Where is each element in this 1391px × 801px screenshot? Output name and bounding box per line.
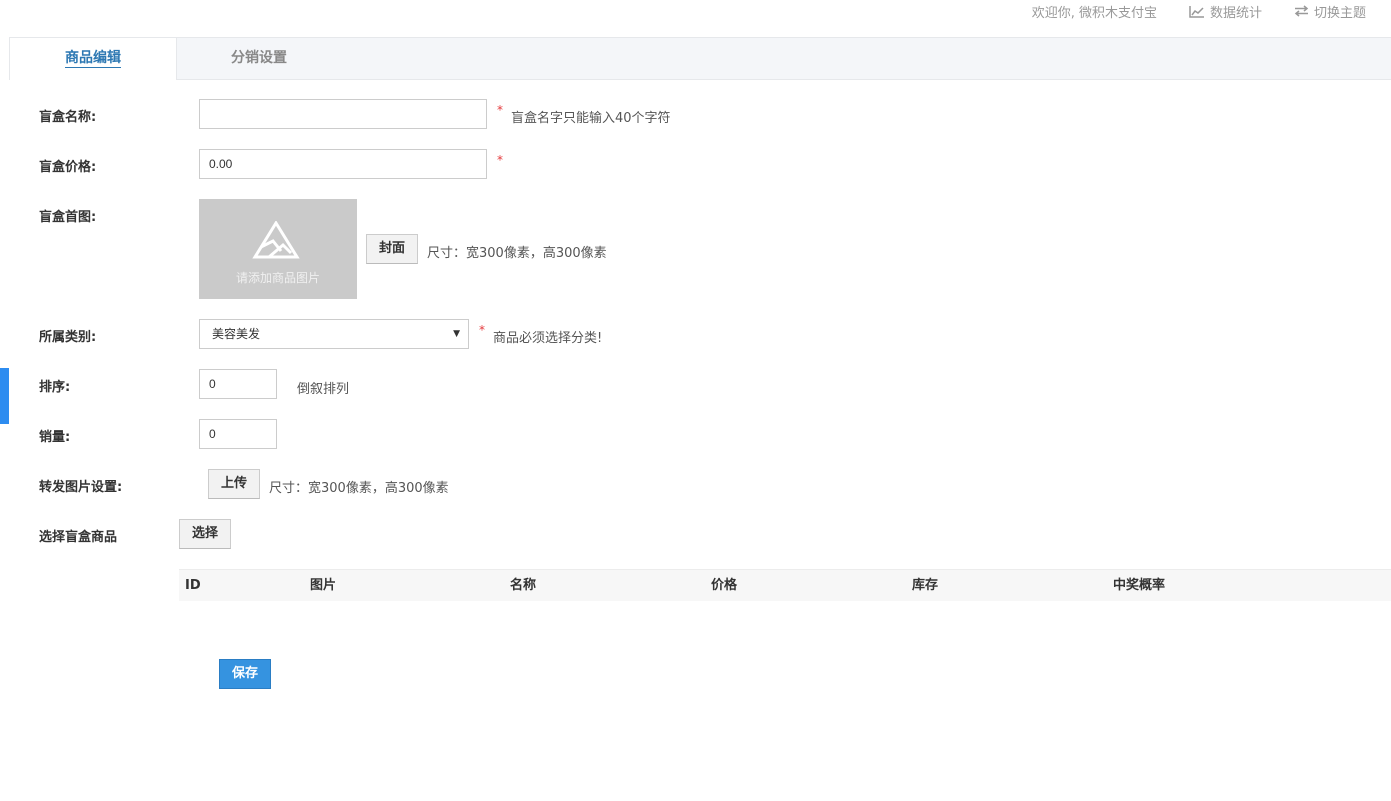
exchange-icon bbox=[1294, 5, 1309, 17]
sales-input[interactable] bbox=[199, 419, 277, 449]
select-goods-button[interactable]: 选择 bbox=[179, 519, 231, 549]
welcome-text: 欢迎你, 微积木支付宝 bbox=[1031, 5, 1157, 21]
data-stats-link[interactable]: 数据统计 bbox=[1189, 2, 1262, 21]
price-required-mark: * bbox=[497, 153, 503, 167]
share-image-hint: 尺寸：宽300像素，高300像素 bbox=[269, 481, 449, 496]
name-input[interactable] bbox=[199, 99, 487, 129]
top-links: 欢迎你, 微积木支付宝 数据统计 切换主题 bbox=[1032, 0, 1366, 22]
side-marker bbox=[0, 368, 9, 424]
sales-label: 销量: bbox=[39, 430, 71, 445]
category-hint: 商品必须选择分类! bbox=[493, 331, 603, 346]
cover-button[interactable]: 封面 bbox=[366, 234, 418, 264]
category-label: 所属类别: bbox=[39, 330, 97, 345]
sort-input[interactable] bbox=[199, 369, 277, 399]
column-header-price: 价格 bbox=[711, 578, 738, 593]
caret-down-icon: ▼ bbox=[453, 329, 460, 339]
sort-label: 排序: bbox=[39, 380, 71, 395]
cover-image-upload[interactable]: 请添加商品图片 bbox=[199, 199, 357, 299]
category-selected-value: 美容美发 bbox=[212, 327, 261, 341]
cover-label: 盲盒首图: bbox=[39, 210, 97, 225]
column-header-probability: 中奖概率 bbox=[1113, 578, 1166, 593]
tab-goods-edit-label: 商品编辑 bbox=[65, 50, 121, 68]
price-input[interactable] bbox=[199, 149, 487, 179]
tab-distribution-settings-label: 分销设置 bbox=[231, 50, 287, 66]
tab-goods-edit[interactable]: 商品编辑 bbox=[9, 38, 177, 80]
name-label: 盲盒名称: bbox=[39, 110, 97, 125]
name-hint: 盲盒名字只能输入40个字符 bbox=[511, 111, 671, 126]
cover-hint: 尺寸：宽300像素，高300像素 bbox=[427, 246, 607, 261]
column-header-name: 名称 bbox=[510, 578, 537, 593]
column-header-stock: 库存 bbox=[912, 578, 939, 593]
column-header-image: 图片 bbox=[310, 578, 337, 593]
category-required-mark: * bbox=[479, 323, 485, 337]
data-stats-label: 数据统计 bbox=[1209, 5, 1262, 21]
switch-theme-label: 切换主题 bbox=[1313, 5, 1366, 21]
name-required-mark: * bbox=[497, 103, 503, 117]
image-placeholder-icon bbox=[252, 221, 300, 259]
price-label: 盲盒价格: bbox=[39, 160, 97, 175]
category-select[interactable]: 美容美发 ▼ bbox=[199, 319, 469, 349]
sort-hint: 倒叙排列 bbox=[297, 382, 350, 397]
chart-line-icon bbox=[1189, 5, 1204, 18]
share-image-label: 转发图片设置: bbox=[39, 480, 123, 495]
tab-distribution-settings[interactable]: 分销设置 bbox=[175, 38, 343, 79]
column-header-id: ID bbox=[185, 578, 201, 593]
top-bar: 欢迎你, 微积木支付宝 数据统计 切换主题 bbox=[0, 0, 1391, 37]
save-button[interactable]: 保存 bbox=[219, 659, 271, 689]
goods-table-header: ID 图片 名称 价格 库存 中奖概率 bbox=[179, 569, 1391, 601]
tab-bar: 商品编辑 分销设置 bbox=[9, 37, 1391, 80]
cover-placeholder-text: 请添加商品图片 bbox=[235, 271, 320, 285]
select-goods-label: 选择盲盒商品 bbox=[39, 530, 118, 545]
switch-theme-link[interactable]: 切换主题 bbox=[1294, 2, 1366, 21]
upload-button[interactable]: 上传 bbox=[208, 469, 260, 499]
